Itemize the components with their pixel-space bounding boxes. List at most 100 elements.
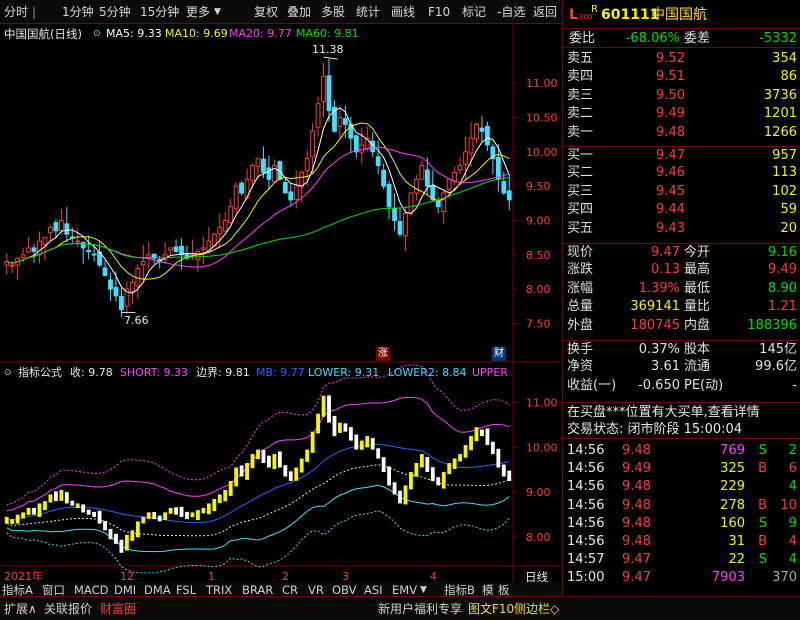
tick-volume: 229 xyxy=(720,479,745,495)
bid-price[interactable]: 9.43 xyxy=(656,220,685,238)
badge-zhang[interactable]: 涨 xyxy=(376,347,390,361)
big-order-notice[interactable]: 在买盘***位置有大买单,查看详情 xyxy=(567,403,760,423)
toolbar-item-1min[interactable]: 1分钟 xyxy=(62,4,94,20)
candle-body xyxy=(113,287,119,297)
toolbar-item-tongji[interactable]: 统计 xyxy=(356,4,380,20)
indicator-bar xyxy=(507,470,512,481)
tab-obv[interactable]: OBV xyxy=(332,583,356,597)
indicator-bar xyxy=(174,507,178,515)
toolbar-item-fenshi[interactable]: 分时 xyxy=(4,4,28,20)
bid-price[interactable]: 9.44 xyxy=(656,201,685,219)
caifuquan-button[interactable]: 财富圈 xyxy=(100,601,136,617)
ask-row: 卖三 9.50 3736 xyxy=(563,87,800,105)
ma-lines-group xyxy=(6,56,510,313)
indicator-bar xyxy=(86,509,91,515)
kline-chart-pane[interactable]: 11.00 10.00 9.00 8.00 11.00 10.50 10.00 9.50 9.… xyxy=(0,24,562,596)
badge-cai[interactable]: 财 xyxy=(492,347,506,361)
kline-chart-svg[interactable]: 11.00 10.00 9.00 8.00 11.00 10.50 10.00 9.50 9.… xyxy=(0,24,562,596)
tick-time: 14:56 xyxy=(567,461,605,477)
tab-asi[interactable]: ASI xyxy=(364,583,383,597)
toolbar-item-15min[interactable]: 15分钟 xyxy=(140,4,179,20)
indicator-bar xyxy=(141,516,146,524)
f10-button[interactable]: 图文F10 xyxy=(468,601,514,617)
indicator-bar xyxy=(458,454,463,462)
indicator-bar xyxy=(217,494,222,504)
candle-body xyxy=(381,169,387,187)
tab-dropdown-icon[interactable]: ▼ xyxy=(420,583,427,597)
bid-price[interactable]: 9.45 xyxy=(656,183,685,201)
tick-row: 14:56 9.48 160 S 9 xyxy=(563,515,800,533)
candle-body xyxy=(310,130,316,158)
toolbar-item-duogu[interactable]: 多股 xyxy=(321,4,345,20)
stat-label: 最低 xyxy=(684,280,711,296)
ytick-label: 11.00 xyxy=(526,77,558,90)
ask-price[interactable]: 9.49 xyxy=(656,105,685,123)
tick-time: 14:56 xyxy=(567,479,605,495)
ask-price[interactable]: 9.48 xyxy=(656,124,685,142)
tick-row: 14:56 9.48 278 B 10 xyxy=(563,497,800,515)
collapse-icon[interactable]: ⊙ xyxy=(93,26,101,42)
tab-dma[interactable]: DMA xyxy=(144,583,171,597)
indicator-bar xyxy=(130,530,135,541)
indicator-bar xyxy=(348,427,353,441)
expand-button[interactable]: 扩展∧ xyxy=(4,601,37,617)
toolbar-item-biaoji[interactable]: 标记 xyxy=(462,4,486,20)
ask-volume: 1201 xyxy=(763,106,797,122)
toolbar-item-more[interactable]: 更多 xyxy=(186,4,210,20)
indicator-bar xyxy=(436,477,441,486)
toolbar-item-fuquan[interactable]: 复权 xyxy=(254,4,278,20)
toolbar-item-diejia[interactable]: 叠加 xyxy=(287,4,311,20)
stock-name[interactable]: 中国国航 xyxy=(651,4,707,26)
ask-price[interactable]: 9.50 xyxy=(656,87,685,105)
indicator-bar xyxy=(305,449,310,462)
sidebar-toggle[interactable]: 侧边栏◇ xyxy=(514,601,559,617)
toolbar-item-5min[interactable]: 5分钟 xyxy=(99,4,131,20)
candle-body xyxy=(239,182,245,194)
toolbar-item-back[interactable]: 返回 xyxy=(533,4,557,20)
candle-body xyxy=(397,221,403,235)
candle-body xyxy=(58,219,64,231)
tab-vr[interactable]: VR xyxy=(308,583,324,597)
tab-dmi[interactable]: DMI xyxy=(114,583,136,597)
stat-value: - xyxy=(792,377,797,393)
ask-price[interactable]: 9.52 xyxy=(656,50,685,68)
tab-cr[interactable]: CR xyxy=(282,583,298,597)
ask-volume: 1266 xyxy=(763,124,797,140)
bid-price[interactable]: 9.47 xyxy=(656,147,685,165)
bid-price[interactable]: 9.46 xyxy=(656,164,685,182)
stat-label: 涨跌 xyxy=(567,262,594,278)
tab-trix[interactable]: TRIX xyxy=(206,583,232,597)
candle-body xyxy=(468,137,474,154)
notice-row[interactable]: 在买盘***位置有大买单,查看详情 xyxy=(563,402,800,422)
stat-value: 0.13 xyxy=(651,262,680,278)
toolbar-item-zixuan[interactable]: -自选 xyxy=(497,4,525,20)
candle-body xyxy=(392,208,397,221)
tab-fsl[interactable]: FSL xyxy=(176,583,196,597)
tab-brar[interactable]: BRAR xyxy=(242,583,273,597)
toolbar-item-f10[interactable]: F10 xyxy=(428,4,450,20)
indicator-bar xyxy=(201,507,206,514)
new-user-promo[interactable]: 新用户福利专享 xyxy=(378,601,462,617)
indicator-param-lower: LOWER: 9.31 xyxy=(308,366,380,379)
indicator-bar xyxy=(245,463,249,480)
tab-macd[interactable]: MACD xyxy=(74,583,108,597)
stat-label: 外盘 xyxy=(567,317,594,333)
tab-zhibiao-b[interactable]: 指标B xyxy=(444,583,475,597)
toolbar-item-huaxian[interactable]: 画线 xyxy=(391,4,415,20)
candle-body xyxy=(342,118,348,125)
dropdown-triangle-icon[interactable]: ▼ xyxy=(214,4,221,20)
bid-volume: 59 xyxy=(780,202,797,218)
tab-zhibiao-a[interactable]: 指标A xyxy=(2,583,33,597)
stat-label: 换手 xyxy=(567,342,594,357)
indicator-bar xyxy=(332,415,337,437)
tab-mo[interactable]: 模 xyxy=(482,583,494,597)
indicator-collapse-icon[interactable]: ⊙ xyxy=(4,365,12,381)
tab-window[interactable]: 窗口 xyxy=(42,583,65,597)
candle-body xyxy=(91,253,97,256)
ask-price[interactable]: 9.51 xyxy=(656,68,685,86)
tab-emv[interactable]: EMV xyxy=(392,583,417,597)
tab-ban[interactable]: 板 xyxy=(498,583,510,597)
indicator-bar xyxy=(490,441,495,455)
related-quote-button[interactable]: 关联报价 xyxy=(44,601,92,617)
candle-body xyxy=(446,178,452,190)
